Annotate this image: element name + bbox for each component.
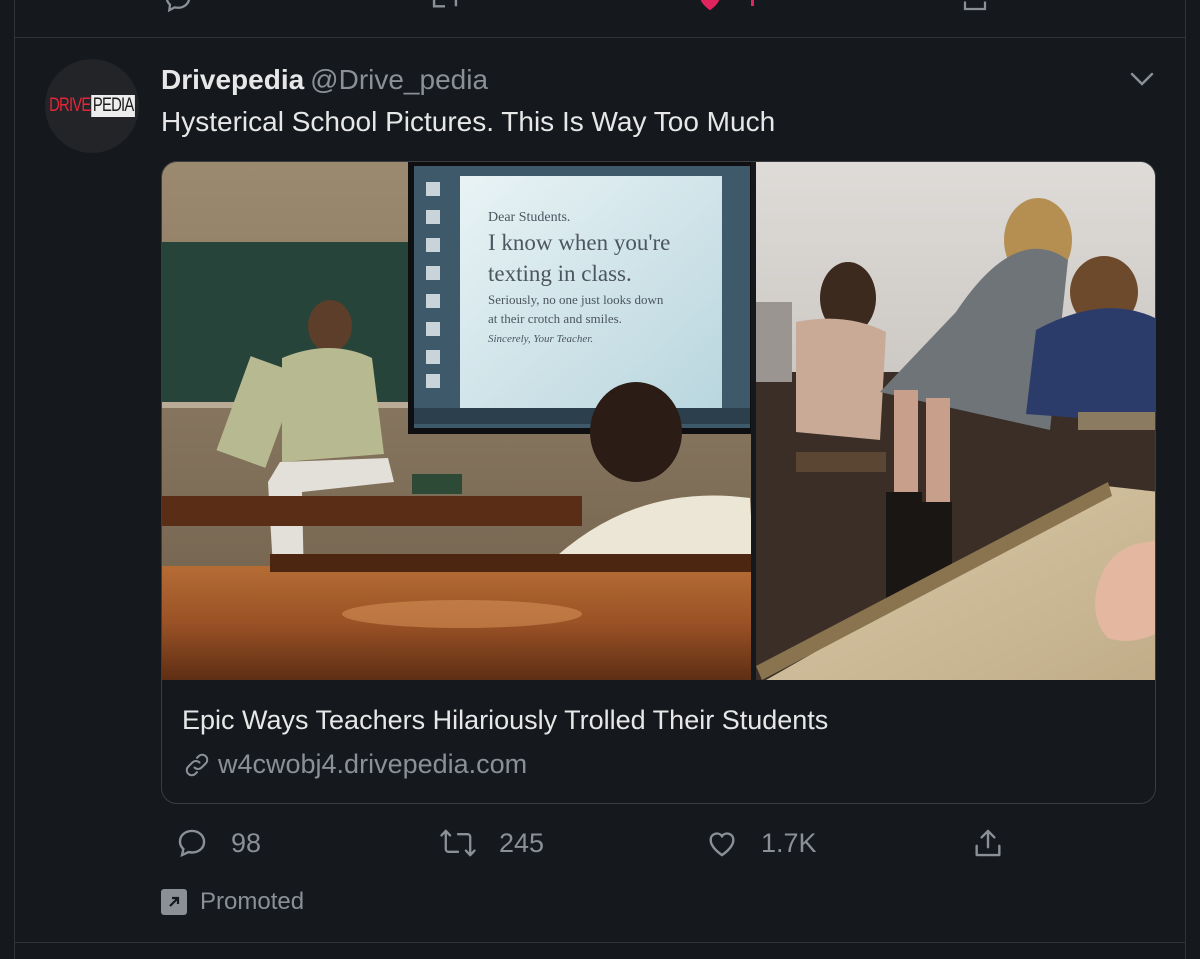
reply-count: 98 [231,827,262,858]
author-handle[interactable]: @Drive_pedia [310,64,488,95]
tweet-text: Hysterical School Pictures. This Is Way … [161,106,776,137]
classroom-projector-photo: Dear Students. I know when you're textin… [162,162,752,680]
note-line-6: Sincerely, Your Teacher. [488,332,594,345]
reply-button[interactable]: 98 [175,826,261,860]
note-line-4: Seriously, no one just looks down [488,291,664,307]
promoted-arrow-icon [161,889,187,915]
classroom-students-photo [756,162,1155,680]
promoted-text: Promoted [200,888,305,915]
card-title[interactable]: Epic Ways Teachers Hilariously Trolled T… [182,705,828,736]
link-card[interactable]: Dear Students. I know when you're textin… [161,161,1156,804]
note-line-5: at their crotch and smiles. [488,310,622,326]
drivepedia-logo: DRIVE PEDIA [49,95,135,117]
link-icon [185,753,209,776]
previous-reply-icon[interactable] [163,0,193,19]
card-link[interactable]: w4cwobj4.drivepedia.com [182,749,527,780]
projected-note: Dear Students. I know when you're textin… [488,210,728,345]
card-media: Dear Students. I know when you're textin… [162,162,1155,680]
promoted-label: Promoted [161,888,304,916]
previous-retweet-icon[interactable] [428,0,462,19]
retweet-count: 245 [499,827,545,858]
tweet-header: Drivepedia @Drive_pedia [161,64,488,96]
retweet-icon [440,829,476,857]
previous-like-icon[interactable] [695,0,725,19]
like-icon [709,832,735,857]
author-name[interactable]: Drivepedia [161,64,304,95]
note-line-1: Dear Students. [488,210,571,225]
card-link-url: w4cwobj4.drivepedia.com [218,749,528,779]
previous-share-icon[interactable] [960,0,990,19]
share-button[interactable] [971,826,1027,860]
tweet-actions: 98 245 1.7K [161,826,1161,866]
chevron-down-icon[interactable] [1129,70,1155,88]
previous-tweet-actions [15,0,1185,38]
timeline: DRIVE PEDIA Drivepedia @Drive_pedia Hyster… [14,0,1186,959]
note-line-2: I know when you're [488,230,671,256]
share-icon [975,829,1001,857]
promoted-tweet[interactable]: DRIVE PEDIA Drivepedia @Drive_pedia Hyster… [15,38,1185,942]
like-count: 1.7K [761,827,817,858]
avatar[interactable]: DRIVE PEDIA [45,59,139,153]
tweet-divider [15,942,1185,943]
note-line-3: texting in class. [488,260,632,286]
reply-icon [178,829,206,858]
previous-like-count [751,0,754,6]
like-button[interactable]: 1.7K [705,826,817,860]
retweet-button[interactable]: 245 [439,826,544,860]
